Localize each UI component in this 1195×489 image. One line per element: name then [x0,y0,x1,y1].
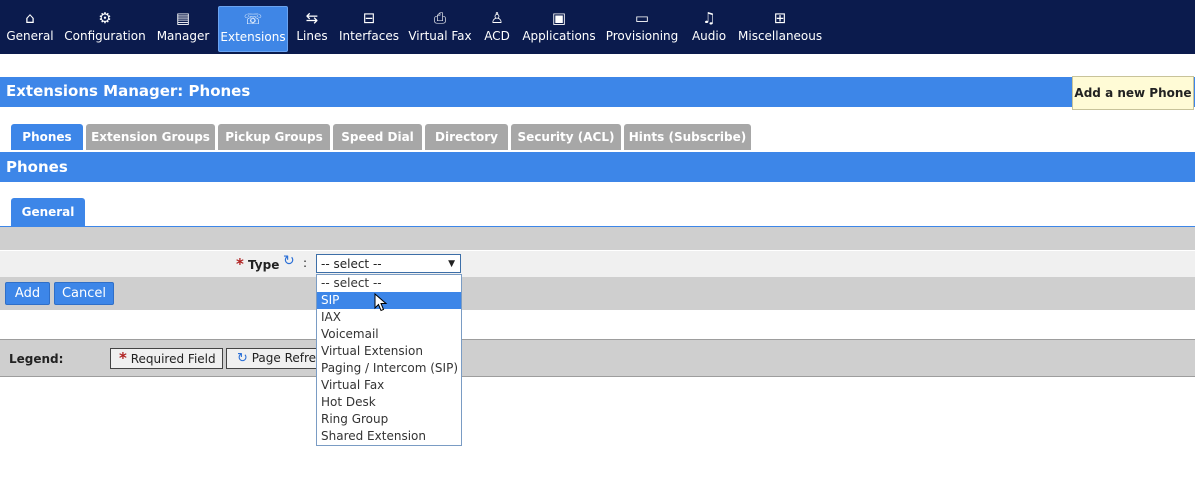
legend-required: * Required Field [110,348,223,369]
option-ring-group[interactable]: Ring Group [317,411,461,428]
add-new-phone-button[interactable]: Add a new Phone [1072,76,1194,110]
tab-security-acl[interactable]: Security (ACL) [511,124,621,150]
button-bar [0,277,1195,310]
nav-label: Applications [522,29,596,43]
cancel-button[interactable]: Cancel [54,282,114,305]
page-title: Extensions Manager: Phones [6,82,251,100]
type-label-text: Type [248,258,280,272]
option-paging-intercom[interactable]: Paging / Intercom (SIP) [317,360,461,377]
option-virtual-fax[interactable]: Virtual Fax [317,377,461,394]
tab-hints-subscribe[interactable]: Hints (Subscribe) [624,124,751,150]
nav-general[interactable]: ⌂ General [4,6,56,50]
nav-virtual-fax[interactable]: ⎙ Virtual Fax [408,6,472,50]
nav-manager[interactable]: ▤ Manager [155,6,211,50]
nav-label: Interfaces [339,29,399,43]
required-marker: * [236,255,244,273]
refresh-icon[interactable]: ↻ [283,253,295,269]
legend-label: Legend: [9,352,64,366]
home-icon: ⌂ [25,9,35,27]
legend-required-text: Required Field [130,352,216,366]
add-button[interactable]: Add [5,282,50,305]
sub-tabs: General [0,197,1195,227]
nav-label: Configuration [64,29,146,43]
tab-general[interactable]: General [11,198,85,226]
nav-label: Audio [691,29,727,43]
type-label: * Type [236,255,279,273]
nav-label: General [6,29,54,43]
lines-icon: ⇆ [305,9,319,27]
provisioning-icon: ▭ [634,9,650,27]
music-icon: ♫ [702,9,716,27]
legend-refresh-text: Page Refresh [251,351,317,365]
nav-label: ACD [484,29,510,43]
tab-speed-dial[interactable]: Speed Dial [333,124,422,150]
option-sip[interactable]: SIP [317,292,461,309]
option-shared-extension[interactable]: Shared Extension [317,428,461,445]
type-select-value: -- select -- [321,257,382,271]
section-title: Phones [6,158,68,176]
nav-label: Virtual Fax [408,29,472,43]
option-hot-desk[interactable]: Hot Desk [317,394,461,411]
nav-lines[interactable]: ⇆ Lines [294,6,330,50]
page-title-bar: Extensions Manager: Phones [0,77,1195,107]
type-row: * Type ↻ : [0,251,1195,277]
tab-directory[interactable]: Directory [425,124,508,150]
nav-miscellaneous[interactable]: ⊞ Miscellaneous [738,6,822,50]
tab-pickup-groups[interactable]: Pickup Groups [218,124,330,150]
nav-audio[interactable]: ♫ Audio [688,6,730,50]
option-select[interactable]: -- select -- [317,275,461,292]
nav-provisioning[interactable]: ▭ Provisioning [605,6,679,50]
mouse-cursor-icon [374,293,388,312]
type-select[interactable]: -- select -- ▼ [316,254,461,273]
type-dropdown-list: -- select -- SIP IAX Voicemail Virtual E… [316,274,462,446]
dropdown-arrow-icon: ▼ [448,259,455,269]
legend-refresh: ↻ Page Refresh [226,348,318,369]
main-tabs: Phones Extension Groups Pickup Groups Sp… [0,124,1195,153]
nav-label: Provisioning [605,29,679,43]
applications-icon: ▣ [551,9,567,27]
tab-extension-groups[interactable]: Extension Groups [86,124,215,150]
nav-label: Manager [156,29,210,43]
phone-icon: ☏ [243,10,263,28]
misc-icon: ⊞ [773,9,787,27]
nav-label: Extensions [220,30,286,44]
nav-label: Lines [296,29,328,43]
top-navigation: ⌂ General ⚙ Configuration ▤ Manager ☏ Ex… [0,0,1195,54]
option-virtual-extension[interactable]: Virtual Extension [317,343,461,360]
refresh-icon: ↻ [237,351,248,366]
option-iax[interactable]: IAX [317,309,461,326]
colon: : [303,256,308,270]
nav-interfaces[interactable]: ⊟ Interfaces [339,6,399,50]
option-voicemail[interactable]: Voicemail [317,326,461,343]
agent-icon: ♙ [490,9,504,27]
manager-icon: ▤ [175,9,191,27]
nav-acd[interactable]: ♙ ACD [480,6,514,50]
tab-phones[interactable]: Phones [11,124,83,150]
interfaces-icon: ⊟ [362,9,376,27]
section-header: Phones [0,152,1195,182]
legend-bar: Legend: * Required Field ↻ Page Refresh [0,339,1195,377]
nav-extensions[interactable]: ☏ Extensions [218,6,288,52]
form-header-bar [0,227,1195,250]
nav-label: Miscellaneous [738,29,823,43]
required-marker: * [119,349,127,367]
gear-icon: ⚙ [98,9,112,27]
nav-configuration[interactable]: ⚙ Configuration [64,6,146,50]
fax-icon: ⎙ [433,9,446,27]
nav-applications[interactable]: ▣ Applications [522,6,596,50]
